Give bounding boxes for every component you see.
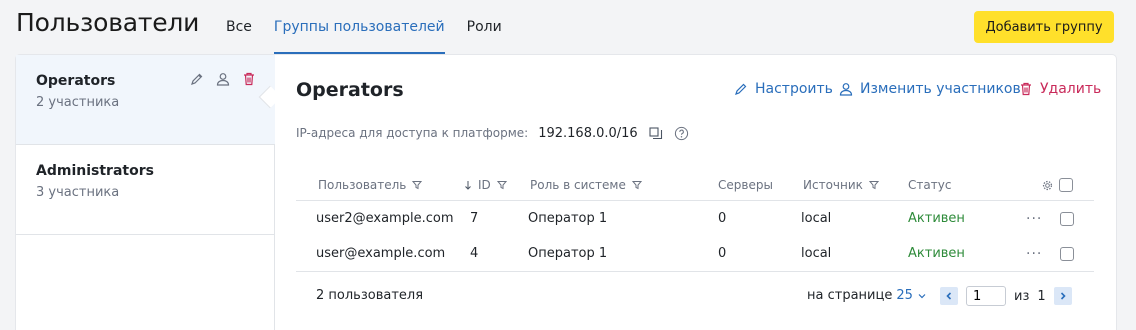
column-header-label: Роль в системе (530, 178, 626, 192)
pagination: из 1 (940, 286, 1072, 306)
edit-members-button[interactable]: Изменить участников (838, 81, 1021, 97)
more-icon[interactable]: ··· (1026, 201, 1042, 236)
pencil-icon[interactable] (189, 71, 205, 87)
column-header-role[interactable]: Роль в системе (530, 169, 642, 201)
cell-source: local (801, 246, 832, 261)
copy-icon[interactable] (648, 125, 664, 141)
column-header-id[interactable]: ID (464, 169, 507, 201)
column-header-label: ID (478, 178, 491, 192)
cell-id: 7 (470, 211, 479, 226)
status-badge: Активен (908, 211, 965, 226)
pencil-icon (735, 83, 747, 95)
column-header-label: Источник (803, 178, 863, 192)
group-name: Administrators (36, 163, 154, 179)
column-header-label: Серверы (718, 178, 773, 192)
group-detail-title: Operators (296, 79, 404, 101)
configure-label: Настроить (755, 81, 833, 97)
chevron-right-icon (1060, 292, 1066, 300)
cell-source: local (801, 211, 832, 226)
select-all-checkbox[interactable] (1059, 178, 1073, 192)
delete-button[interactable]: Удалить (1018, 81, 1101, 97)
row-checkbox-cell (1060, 236, 1074, 271)
filter-icon[interactable] (631, 180, 642, 190)
cell-role: Оператор 1 (528, 246, 608, 261)
sort-down-icon (465, 181, 471, 190)
next-page-button[interactable] (1053, 287, 1072, 305)
cell-user: user2@example.com (316, 211, 454, 226)
more-icon[interactable]: ··· (1026, 236, 1042, 271)
tab-user-groups[interactable]: Группы пользователей (273, 0, 445, 54)
column-header-status[interactable]: Статус (908, 169, 951, 201)
add-group-button[interactable]: Добавить группу (974, 11, 1114, 43)
per-page-value[interactable]: 25 (896, 288, 913, 303)
page-number-input[interactable] (966, 286, 1006, 306)
prev-page-button[interactable] (940, 287, 958, 305)
per-page-selector[interactable]: на странице 25 (807, 288, 927, 303)
cell-user: user@example.com (316, 246, 446, 261)
total-users: 2 пользователя (316, 288, 424, 303)
help-icon[interactable] (674, 126, 689, 141)
filter-icon[interactable] (412, 180, 423, 190)
group-item-administrators[interactable]: Administrators 3 участника (16, 145, 275, 235)
row-checkbox[interactable] (1060, 246, 1074, 261)
total-pages: 1 (1037, 288, 1046, 304)
user-icon (839, 83, 853, 96)
tab-bar: Все Группы пользователей Роли (226, 0, 524, 54)
trash-icon (1021, 82, 1031, 96)
row-checkbox[interactable] (1060, 211, 1074, 226)
trash-icon[interactable] (241, 71, 257, 87)
tab-roles[interactable]: Роли (467, 0, 502, 54)
table-row[interactable]: user@example.com 4 Оператор 1 0 local Ак… (296, 236, 1094, 271)
main-panel: Operators 2 участника Administrators 3 у… (16, 55, 1116, 330)
user-icon[interactable] (215, 71, 231, 87)
ip-access-label: IP-адреса для доступа к платформе: (296, 126, 529, 140)
chevron-down-icon[interactable] (917, 291, 927, 301)
column-settings[interactable] (1042, 169, 1073, 201)
row-checkbox-cell (1060, 201, 1074, 236)
group-item-operators[interactable]: Operators 2 участника (16, 55, 275, 145)
cell-id: 4 (470, 246, 479, 261)
table-row[interactable]: user2@example.com 7 Оператор 1 0 local А… (296, 201, 1094, 236)
column-header-label: Пользователь (318, 178, 407, 192)
groups-sidebar: Operators 2 участника Administrators 3 у… (16, 55, 275, 330)
ip-access-row: IP-адреса для доступа к платформе: 192.1… (296, 125, 689, 141)
column-header-label: Статус (908, 178, 952, 192)
cell-servers: 0 (718, 246, 727, 261)
per-page-label: на странице (807, 288, 893, 303)
page-title: Пользователи (16, 8, 200, 37)
of-label: из (1014, 288, 1030, 304)
ip-access-value: 192.168.0.0/16 (538, 125, 638, 141)
filter-icon[interactable] (496, 180, 507, 190)
delete-label: Удалить (1040, 81, 1102, 97)
rows-divider (296, 271, 1094, 272)
column-header-servers[interactable]: Серверы (718, 169, 773, 201)
cell-role: Оператор 1 (528, 211, 608, 226)
column-header-user[interactable]: Пользователь (318, 169, 423, 201)
chevron-left-icon (946, 292, 952, 300)
cell-servers: 0 (718, 211, 727, 226)
configure-button[interactable]: Настроить (733, 81, 833, 97)
status-badge: Активен (908, 246, 965, 261)
group-member-count: 3 участника (36, 185, 120, 200)
column-header-source[interactable]: Источник (803, 169, 879, 201)
group-name: Operators (36, 73, 116, 89)
filter-icon[interactable] (868, 180, 879, 190)
tab-all[interactable]: Все (226, 0, 252, 54)
edit-members-label: Изменить участников (860, 81, 1021, 97)
gear-icon[interactable] (1042, 180, 1053, 191)
group-member-count: 2 участника (36, 95, 120, 110)
